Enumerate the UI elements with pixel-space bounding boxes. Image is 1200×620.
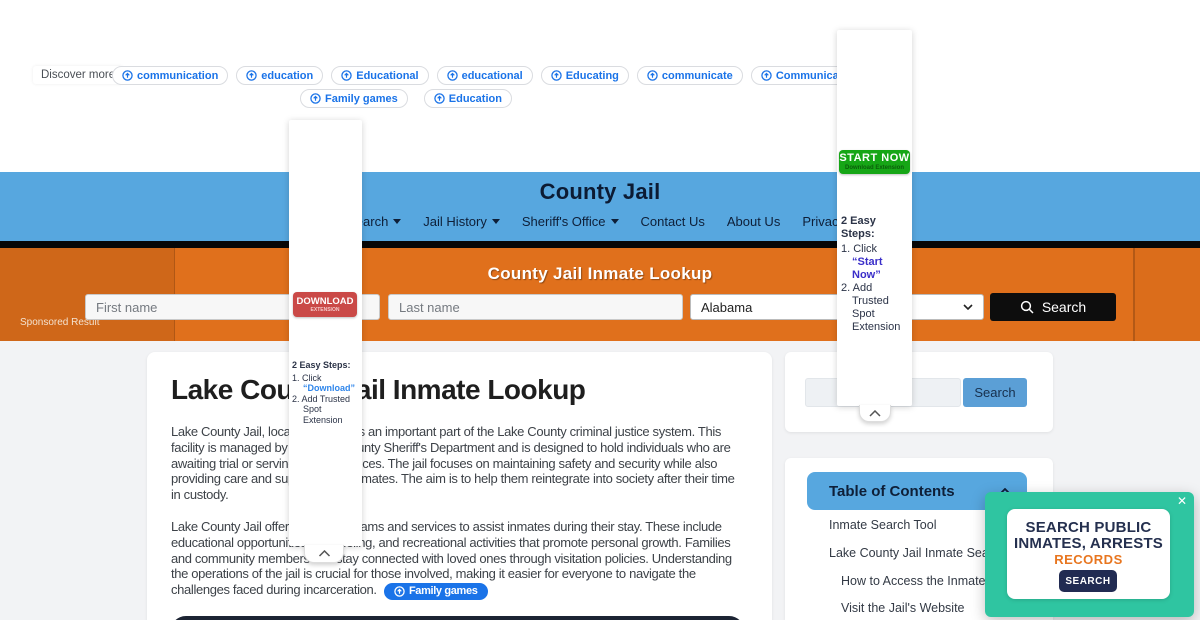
collapse-tab-left[interactable]: [304, 545, 344, 563]
chip-communicate[interactable]: communicate: [636, 66, 743, 85]
start-now-button[interactable]: START NOW Download Extension: [839, 150, 910, 174]
chip-family-games[interactable]: Family games: [300, 89, 408, 108]
extension-overlay-right: START NOW Download Extension 2 Easy Step…: [837, 30, 912, 422]
popup-line-2: INMATES, ARRESTS: [1013, 535, 1164, 552]
hero-search-button[interactable]: Search: [990, 293, 1116, 321]
circle-arrow-up-icon: [246, 70, 258, 81]
close-icon[interactable]: ✕: [1177, 494, 1187, 508]
caret-down-icon: [393, 219, 402, 224]
article-card: Lake County Jail Inmate Lookup Lake Coun…: [147, 352, 772, 620]
chip-row-2: Family games Education: [300, 89, 512, 108]
circle-arrow-up-icon: [446, 70, 458, 81]
start-now-link[interactable]: “Start Now”: [852, 256, 883, 281]
chip-row-1: communication education Educational educ…: [112, 66, 869, 85]
chip-education[interactable]: education: [236, 66, 324, 85]
toc-item-visit-website[interactable]: Visit the Jail's Website: [841, 601, 965, 615]
popup-search-button[interactable]: SEARCH: [1059, 570, 1117, 592]
chip-educating[interactable]: Educating: [540, 66, 629, 85]
caret-down-icon: [491, 219, 500, 224]
chip-communication[interactable]: communication: [112, 66, 229, 85]
toc-title: Table of Contents: [829, 482, 955, 500]
main-nav: Inmate Search Jail History Sheriff's Off…: [0, 214, 1200, 229]
chevron-up-icon: [869, 409, 881, 417]
sidebar-search-button[interactable]: Search: [963, 378, 1027, 407]
hero-title: County Jail Inmate Lookup: [487, 264, 713, 283]
search-icon: [1020, 300, 1034, 314]
circle-arrow-up-icon: [761, 70, 772, 81]
hero-section: County Jail Inmate Lookup Sponsored Resu…: [0, 248, 1200, 341]
easy-steps-left: 2 Easy Steps: 1. Click “Download” 2. Add…: [292, 360, 355, 425]
circle-arrow-up-icon: [341, 70, 352, 81]
easy-steps-right: 2 Easy Steps: 1. Click “Start Now” 2. Ad…: [841, 215, 901, 333]
download-extension-button[interactable]: DOWNLOAD EXTENSION: [293, 292, 357, 317]
records-popup-card: SEARCH PUBLIC INMATES, ARRESTS RECORDS S…: [1007, 509, 1170, 599]
circle-arrow-up-icon: [647, 70, 658, 81]
circle-arrow-up-icon: [550, 70, 562, 81]
popup-records-label: RECORDS: [1054, 552, 1123, 567]
chevron-up-icon: [318, 550, 330, 557]
article-paragraph-1: Lake County Jail, located in Ohio, is an…: [171, 424, 735, 503]
caret-down-icon: [610, 219, 619, 224]
family-games-inline-chip[interactable]: Family games: [383, 583, 488, 601]
nav-about-us[interactable]: About Us: [727, 214, 780, 229]
article-paragraph-2: Lake County Jail offers many programs an…: [171, 519, 738, 601]
chip-educational[interactable]: educational: [436, 66, 533, 85]
popup-line-1: SEARCH PUBLIC: [1025, 519, 1152, 536]
discover-more-label: Discover more: [33, 66, 124, 84]
article-title: Lake County Jail Inmate Lookup: [171, 374, 586, 405]
circle-arrow-up-icon: [310, 93, 321, 104]
nav-jail-history[interactable]: Jail History: [423, 214, 500, 229]
last-name-input[interactable]: [388, 294, 683, 320]
nav-sheriffs-office[interactable]: Sheriff's Office: [522, 214, 619, 229]
collapse-tab-right[interactable]: [859, 405, 891, 422]
nav-contact-us[interactable]: Contact Us: [641, 214, 705, 229]
dark-section-top: [170, 616, 745, 620]
chevron-down-icon: [963, 304, 973, 310]
header-divider-bar: [0, 241, 1200, 248]
sidebar-search-card: Search: [785, 352, 1053, 432]
site-title: County Jail: [539, 179, 661, 204]
chip-educational-cap[interactable]: Educational: [331, 66, 429, 85]
circle-arrow-up-icon: [434, 93, 445, 104]
hero-right-panel: [1133, 248, 1200, 341]
toc-item-inmate-search-tool[interactable]: Inmate Search Tool: [829, 518, 936, 532]
records-popup: ✕ SEARCH PUBLIC INMATES, ARRESTS RECORDS…: [985, 492, 1194, 617]
chip-education-2[interactable]: Education: [423, 89, 512, 108]
download-link[interactable]: “Download”: [303, 383, 355, 393]
circle-arrow-up-icon: [122, 70, 133, 81]
extension-overlay-left: DOWNLOAD EXTENSION 2 Easy Steps: 1. Clic…: [289, 120, 362, 563]
site-header: County Jail Inmate Search Jail History S…: [0, 172, 1200, 241]
circle-arrow-up-icon: [394, 586, 405, 597]
